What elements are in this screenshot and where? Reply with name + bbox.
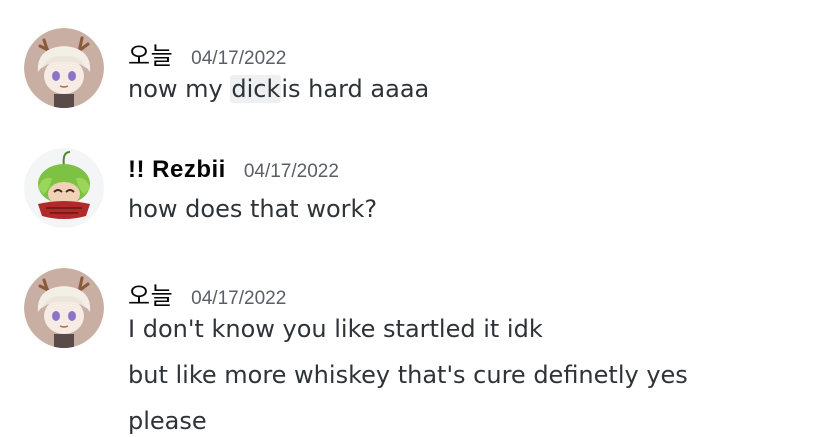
- message-group: 오늘 04/17/2022 I don't know you like star…: [0, 0, 828, 436]
- message-text: I don't know you like startled it idk: [128, 315, 543, 343]
- username[interactable]: 오늘: [128, 276, 173, 311]
- user-avatar[interactable]: [24, 268, 104, 348]
- message-text: please: [128, 407, 207, 435]
- message-header: 오늘 04/17/2022: [128, 276, 286, 311]
- antlered-white-hair-avatar-icon: [24, 268, 104, 348]
- message-text: but like more whiskey that's cure define…: [128, 361, 688, 389]
- timestamp[interactable]: 04/17/2022: [191, 288, 286, 310]
